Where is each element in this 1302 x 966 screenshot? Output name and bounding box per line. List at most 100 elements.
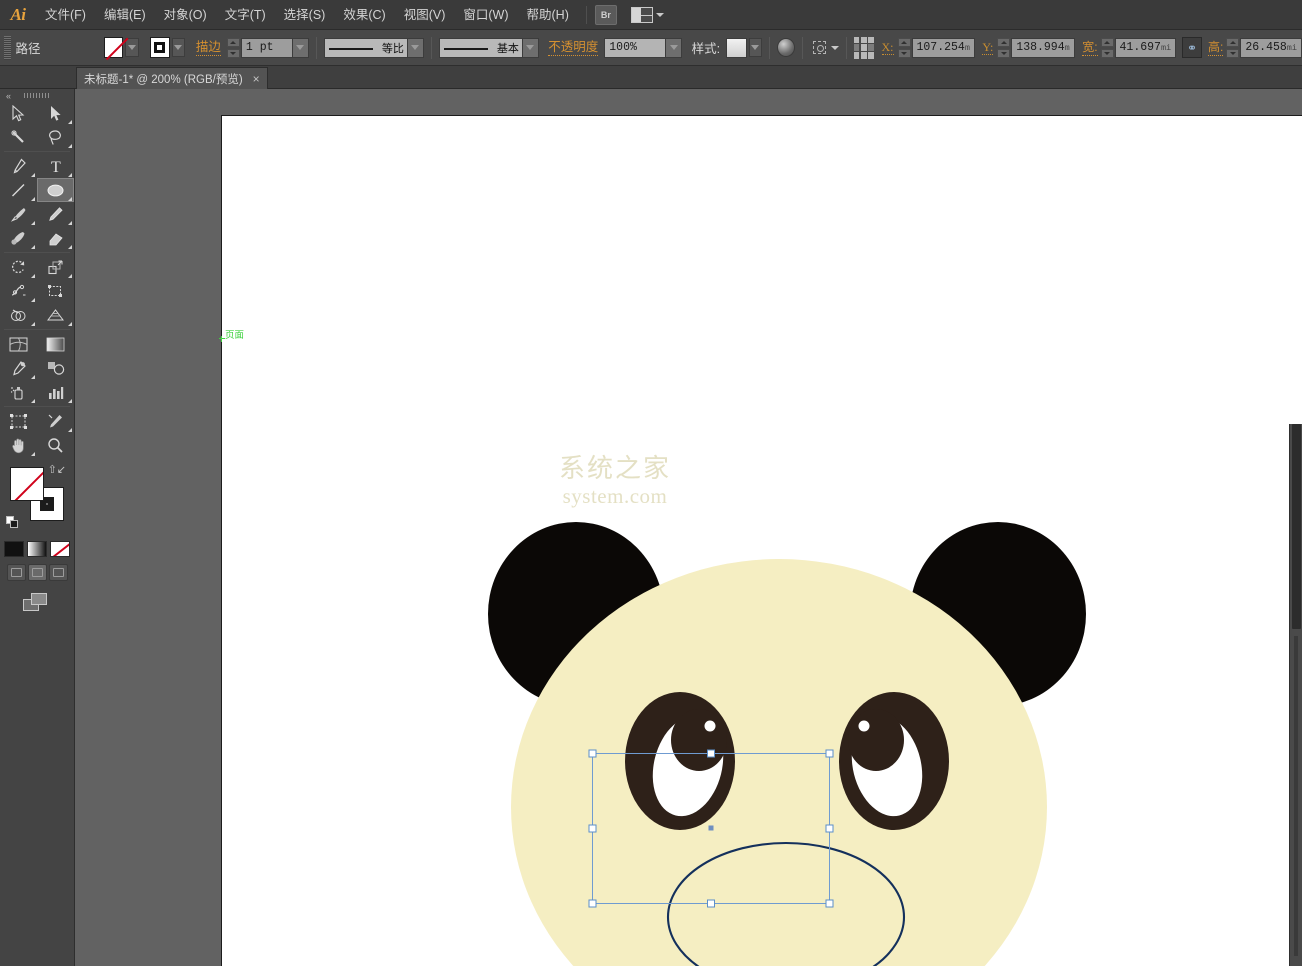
menu-view[interactable]: 视图(V) bbox=[395, 0, 455, 30]
width-input[interactable]: 41.697 mi bbox=[1115, 38, 1177, 58]
perspective-grid-tool[interactable] bbox=[37, 303, 74, 327]
mesh-tool[interactable] bbox=[0, 332, 37, 356]
x-increment[interactable] bbox=[898, 38, 911, 47]
opacity-dropdown[interactable] bbox=[666, 38, 682, 58]
constrain-proportions-icon[interactable]: ⚭ bbox=[1182, 37, 1203, 58]
y-decrement[interactable] bbox=[997, 49, 1010, 58]
height-input[interactable]: 26.458 mi bbox=[1240, 38, 1302, 58]
color-mode-solid-icon[interactable] bbox=[4, 541, 24, 557]
vertical-scrollbar[interactable] bbox=[1289, 424, 1302, 966]
symbol-sprayer-tool[interactable] bbox=[0, 380, 37, 404]
paintbrush-tool[interactable] bbox=[0, 202, 37, 226]
selection-tool[interactable] bbox=[0, 101, 37, 125]
opacity-input[interactable]: 100% bbox=[604, 38, 666, 58]
pencil-tool[interactable] bbox=[37, 202, 74, 226]
slice-tool[interactable] bbox=[37, 409, 74, 433]
height-decrement[interactable] bbox=[1226, 49, 1239, 58]
fill-swatch[interactable] bbox=[104, 37, 124, 58]
menu-edit[interactable]: 编辑(E) bbox=[95, 0, 155, 30]
height-increment[interactable] bbox=[1226, 38, 1239, 47]
panda-face-illustration[interactable] bbox=[221, 115, 1302, 966]
width-decrement[interactable] bbox=[1101, 49, 1114, 58]
color-mode-none-icon[interactable] bbox=[50, 541, 70, 557]
opacity-combo[interactable]: 100% bbox=[604, 38, 682, 58]
lasso-tool[interactable] bbox=[37, 125, 74, 149]
variable-width-profile[interactable]: 等比 bbox=[324, 38, 408, 58]
variable-width-profile-dropdown[interactable] bbox=[408, 38, 424, 58]
brush-definition-dropdown[interactable] bbox=[523, 38, 539, 58]
line-segment-tool[interactable] bbox=[0, 178, 37, 202]
fill-color-swatch[interactable] bbox=[10, 467, 44, 501]
stroke-weight-label[interactable]: 描边 bbox=[196, 40, 221, 56]
blend-tool[interactable] bbox=[37, 356, 74, 380]
transform-panel-button[interactable] bbox=[810, 38, 829, 57]
canvas-area[interactable]: 页面 系统之家 system.com bbox=[75, 89, 1302, 966]
color-mode-gradient-icon[interactable] bbox=[27, 541, 47, 557]
graphic-style-swatch[interactable] bbox=[726, 38, 747, 58]
x-stepper[interactable] bbox=[898, 38, 911, 58]
direct-selection-tool[interactable] bbox=[37, 101, 74, 125]
screen-mode-normal-icon[interactable] bbox=[7, 564, 26, 581]
y-position-input[interactable]: 138.994 m bbox=[1011, 38, 1074, 58]
menu-type[interactable]: 文字(T) bbox=[216, 0, 275, 30]
type-tool[interactable]: T bbox=[37, 154, 74, 178]
y-stepper[interactable] bbox=[997, 38, 1010, 58]
width-increment[interactable] bbox=[1101, 38, 1114, 47]
menu-object[interactable]: 对象(O) bbox=[155, 0, 216, 30]
swap-fill-stroke-icon[interactable]: ⇧↙ bbox=[48, 463, 66, 476]
brush-definition[interactable]: 基本 bbox=[439, 38, 523, 58]
rotate-tool[interactable] bbox=[0, 255, 37, 279]
menu-select[interactable]: 选择(S) bbox=[275, 0, 335, 30]
default-fill-stroke-icon[interactable] bbox=[6, 516, 19, 529]
stroke-weight-stepper[interactable] bbox=[227, 38, 240, 58]
y-increment[interactable] bbox=[997, 38, 1010, 47]
width-tool[interactable] bbox=[0, 279, 37, 303]
shape-builder-tool[interactable] bbox=[0, 303, 37, 327]
ellipse-tool[interactable] bbox=[37, 178, 74, 202]
height-stepper[interactable] bbox=[1226, 38, 1239, 58]
artboard-tool[interactable] bbox=[0, 409, 37, 433]
opacity-mask-icon[interactable] bbox=[777, 38, 795, 57]
stroke-weight-decrement[interactable] bbox=[227, 49, 240, 58]
menu-window[interactable]: 窗口(W) bbox=[454, 0, 517, 30]
close-icon[interactable]: × bbox=[253, 74, 260, 84]
vertical-scrollbar-track[interactable] bbox=[1294, 636, 1298, 956]
tools-panel-grip[interactable]: « bbox=[0, 89, 74, 101]
fill-swatch-dropdown[interactable] bbox=[125, 38, 138, 57]
stroke-weight-input[interactable]: 1 pt bbox=[241, 38, 293, 58]
stroke-weight-increment[interactable] bbox=[227, 38, 240, 47]
arrange-documents-button[interactable] bbox=[631, 7, 664, 23]
brush-definition-combo[interactable]: 基本 bbox=[439, 38, 539, 58]
menu-help[interactable]: 帮助(H) bbox=[518, 0, 578, 30]
gradient-tool[interactable] bbox=[37, 332, 74, 356]
magic-wand-tool[interactable] bbox=[0, 125, 37, 149]
eyedropper-tool[interactable] bbox=[0, 356, 37, 380]
control-bar-grip[interactable] bbox=[4, 36, 11, 60]
vertical-scrollbar-thumb[interactable] bbox=[1292, 424, 1301, 629]
graphic-style-dropdown[interactable] bbox=[749, 38, 762, 57]
collapse-icon[interactable]: « bbox=[6, 91, 12, 101]
stroke-weight-combo[interactable]: 1 pt bbox=[241, 38, 309, 58]
change-screen-mode-icon[interactable] bbox=[23, 593, 51, 613]
scale-tool[interactable] bbox=[37, 255, 74, 279]
stroke-weight-dropdown[interactable] bbox=[293, 38, 309, 58]
bridge-icon[interactable]: Br bbox=[595, 5, 617, 25]
x-position-input[interactable]: 107.254 m bbox=[912, 38, 975, 58]
stroke-swatch[interactable] bbox=[150, 37, 170, 58]
document-tab[interactable]: 未标题-1* @ 200% (RGB/预览) × bbox=[76, 67, 268, 89]
opacity-label[interactable]: 不透明度 bbox=[548, 40, 598, 56]
screen-mode-menubar-icon[interactable] bbox=[28, 564, 47, 581]
screen-mode-full-icon[interactable] bbox=[49, 564, 68, 581]
menu-effect[interactable]: 效果(C) bbox=[334, 0, 394, 30]
pen-tool[interactable] bbox=[0, 154, 37, 178]
zoom-tool[interactable] bbox=[37, 433, 74, 457]
blob-brush-tool[interactable] bbox=[0, 226, 37, 250]
stroke-swatch-dropdown[interactable] bbox=[172, 38, 185, 57]
menu-file[interactable]: 文件(F) bbox=[36, 0, 95, 30]
x-decrement[interactable] bbox=[898, 49, 911, 58]
column-graph-tool[interactable] bbox=[37, 380, 74, 404]
variable-width-profile-combo[interactable]: 等比 bbox=[324, 38, 424, 58]
free-transform-tool[interactable] bbox=[37, 279, 74, 303]
eraser-tool[interactable] bbox=[37, 226, 74, 250]
width-stepper[interactable] bbox=[1101, 38, 1114, 58]
